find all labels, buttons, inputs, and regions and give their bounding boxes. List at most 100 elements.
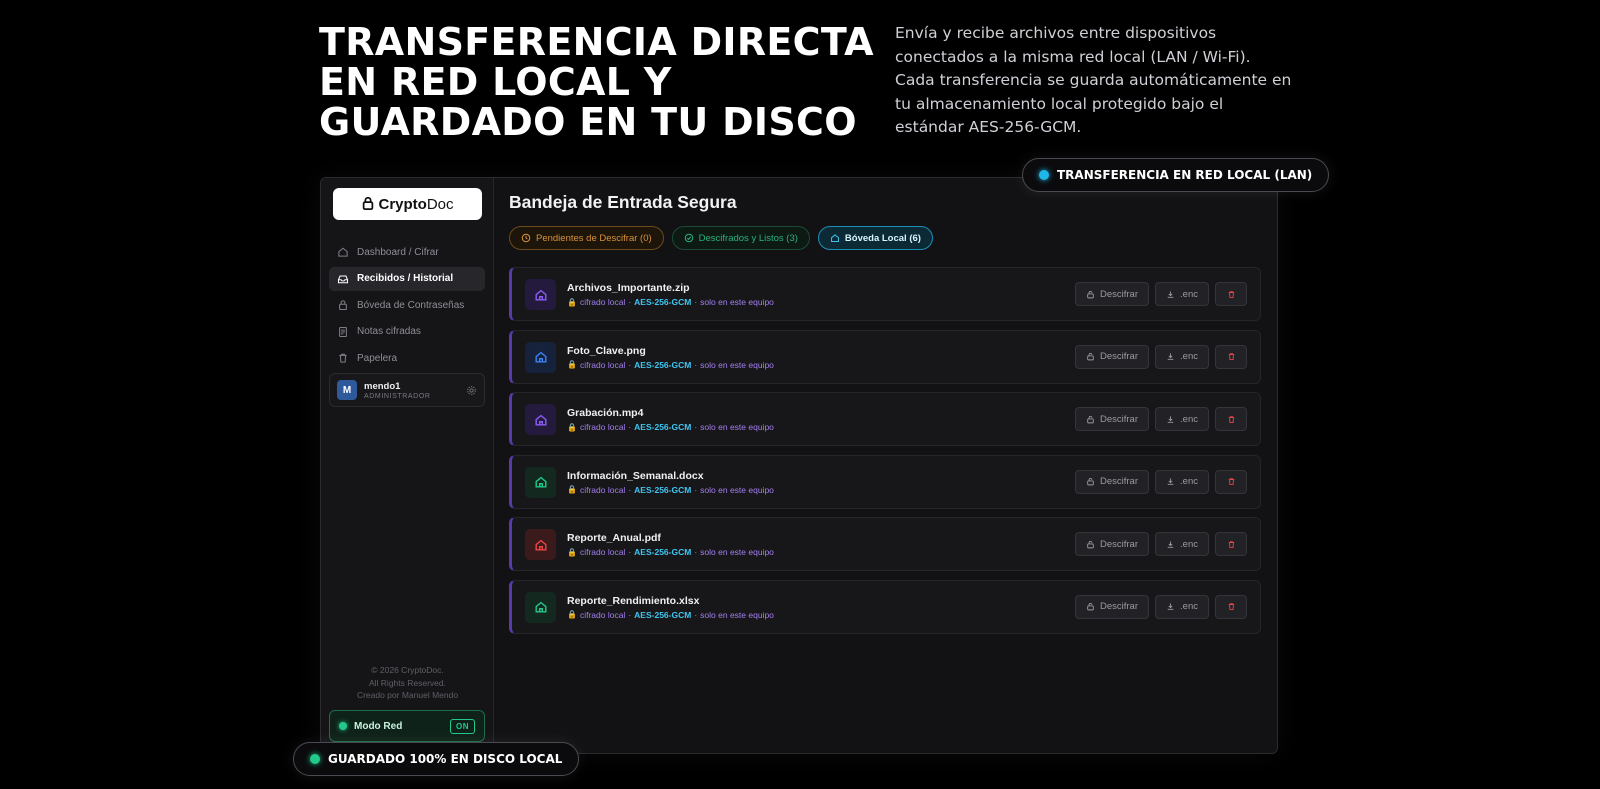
trash-icon [1228, 353, 1234, 361]
delete-button[interactable] [1215, 407, 1247, 431]
sidebar-item-home[interactable]: Dashboard / Cifrar [329, 240, 485, 264]
app-logo[interactable]: CryptoDoc [333, 188, 482, 220]
lock-icon: 🔒 [567, 297, 577, 307]
decrypt-label: Descifrar [1099, 351, 1138, 362]
decrypt-button[interactable]: Descifrar [1075, 469, 1149, 494]
meta-separator: · [628, 484, 632, 495]
meta-separator: · [694, 609, 698, 620]
download-icon [1167, 540, 1174, 548]
file-row[interactable]: Información_Semanal.docx 🔒 cifrado local · A… [509, 454, 1261, 509]
trash-icon [1228, 478, 1234, 486]
decrypt-label: Descifrar [1099, 288, 1138, 300]
file-name: Reporte_Anual.pdf [567, 532, 661, 544]
download-enc-button[interactable]: .enc [1155, 344, 1209, 369]
logo-text: CryptoDoc [378, 195, 454, 213]
sidebar-item-note[interactable]: Notas cifradas [329, 320, 485, 344]
sidebar-item-inbox[interactable]: Recibidos / Historial [329, 266, 485, 291]
download-enc-button[interactable]: .enc [1155, 407, 1209, 431]
inbox-icon [337, 275, 349, 283]
meta-separator: · [628, 297, 632, 307]
lan-badge-label: TRANSFERENCIA EN RED LOCAL (LAN) [1057, 168, 1313, 182]
delete-button[interactable] [1215, 282, 1247, 306]
meta-local: cifrado local [579, 297, 626, 307]
meta-algorithm: AES-256-GCM [634, 422, 692, 432]
file-type-icon [525, 279, 556, 310]
download-enc-button[interactable]: .enc [1155, 469, 1209, 494]
file-meta: 🔒 cifrado local · AES-256-GCM · solo en este … [567, 360, 774, 370]
sidebar-nav: Dashboard / Cifrar Recibidos / Historial B… [329, 240, 485, 373]
file-type-icon [525, 341, 556, 373]
lock-icon: 🔒 [567, 485, 577, 494]
decrypt-button[interactable]: Descifrar [1075, 407, 1149, 431]
decrypt-label: Descifrar [1099, 538, 1138, 550]
decrypt-label: Descifrar [1099, 413, 1138, 425]
file-type-icon [525, 404, 556, 435]
author-text: Creado por Manuel Mendo [356, 690, 459, 700]
file-type-icon [525, 529, 556, 560]
download-enc-button[interactable]: .enc [1155, 282, 1209, 306]
lock-icon: 🔒 [567, 547, 577, 557]
note-icon [339, 326, 347, 337]
file-name: Reporte_Rendimiento.xlsx [567, 594, 700, 607]
file-name: Foto_Clave.png [567, 344, 646, 357]
meta-algorithm: AES-256-GCM [634, 547, 692, 557]
status-dot-icon [310, 754, 320, 764]
user-name: mendo1 [364, 380, 401, 392]
network-mode-label: Modo Red [354, 720, 403, 732]
decrypt-button[interactable]: Descifrar [1075, 594, 1149, 619]
enc-label: .enc [1180, 351, 1198, 362]
sidebar-item-label: Papelera [357, 352, 398, 364]
settings-gear-icon[interactable] [466, 385, 477, 396]
lock-icon: 🔒 [567, 422, 577, 432]
tab-pending[interactable]: Pendientes de Descifrar (0) [509, 226, 664, 250]
clock-icon [521, 233, 531, 243]
decrypt-button[interactable]: Descifrar [1075, 532, 1149, 556]
row-actions: Descifrar .enc [1075, 469, 1247, 494]
check-circle-icon [684, 233, 693, 243]
lock-icon: 🔒 [567, 610, 577, 619]
sidebar-item-label: Recibidos / Historial [357, 273, 454, 285]
trash-icon [1228, 540, 1234, 548]
tab-decrypted-label: Descifrados y Listos (3) [698, 232, 798, 244]
decrypt-button[interactable]: Descifrar [1075, 282, 1149, 306]
file-meta: 🔒 cifrado local · AES-256-GCM · solo en este … [567, 610, 774, 620]
delete-button[interactable] [1215, 594, 1247, 619]
file-row[interactable]: Reporte_Anual.pdf 🔒 cifrado local · AES-256-… [509, 517, 1261, 571]
home-file-icon [534, 476, 547, 488]
download-enc-button[interactable]: .enc [1155, 532, 1209, 556]
file-row[interactable]: Foto_Clave.png 🔒 cifrado local · AES-256-GCM… [509, 329, 1261, 384]
meta-algorithm: AES-256-GCM [634, 297, 692, 307]
file-row[interactable]: Grabación.mp4 🔒 cifrado local · AES-256-GCM ·… [509, 392, 1261, 446]
row-actions: Descifrar .enc [1075, 594, 1247, 619]
sidebar-footer: © 2026 CryptoDoc. All Rights Reserved. C… [321, 664, 494, 702]
meta-device: solo en este equipo [700, 609, 774, 620]
sidebar-item-lock[interactable]: Bóveda de Contraseñas [329, 293, 485, 317]
decrypt-button[interactable]: Descifrar [1075, 344, 1149, 369]
download-icon [1167, 603, 1174, 610]
rights-text: All Rights Reserved. [368, 677, 446, 688]
network-on-badge[interactable]: ON [450, 718, 475, 734]
meta-local: cifrado local [579, 422, 626, 432]
meta-algorithm: AES-256-GCM [634, 484, 692, 495]
download-enc-button[interactable]: .enc [1155, 594, 1209, 619]
network-mode-toggle[interactable]: Modo Red ON [329, 710, 485, 742]
decrypt-label: Descifrar [1099, 476, 1138, 487]
delete-button[interactable] [1215, 469, 1247, 494]
file-row[interactable]: Reporte_Rendimiento.xlsx 🔒 cifrado local · A… [509, 579, 1261, 634]
file-row[interactable]: Archivos_Importante.zip 🔒 cifrado local · AE… [509, 267, 1261, 321]
hero-description: Envía y recibe archivos entre dispositiv… [895, 24, 1292, 136]
sidebar-item-trash[interactable]: Papelera [329, 346, 485, 370]
delete-button[interactable] [1215, 344, 1247, 369]
file-meta: 🔒 cifrado local · AES-256-GCM · solo en este … [567, 547, 774, 557]
home-icon [338, 247, 348, 257]
tab-local-vault[interactable]: Bóveda Local (6) [817, 226, 933, 250]
tab-decrypted[interactable]: Descifrados y Listos (3) [671, 226, 810, 250]
meta-separator: · [694, 359, 698, 370]
sidebar: CryptoDoc Dashboard / Cifrar Recibidos / … [321, 178, 494, 753]
meta-local: cifrado local [579, 547, 626, 557]
delete-button[interactable] [1215, 532, 1247, 556]
home-file-icon [534, 539, 547, 551]
user-card[interactable]: M mendo1 ADMINISTRADOR [329, 373, 485, 407]
file-meta: 🔒 cifrado local · AES-256-GCM · solo en este … [567, 422, 774, 432]
meta-separator: · [694, 422, 698, 432]
